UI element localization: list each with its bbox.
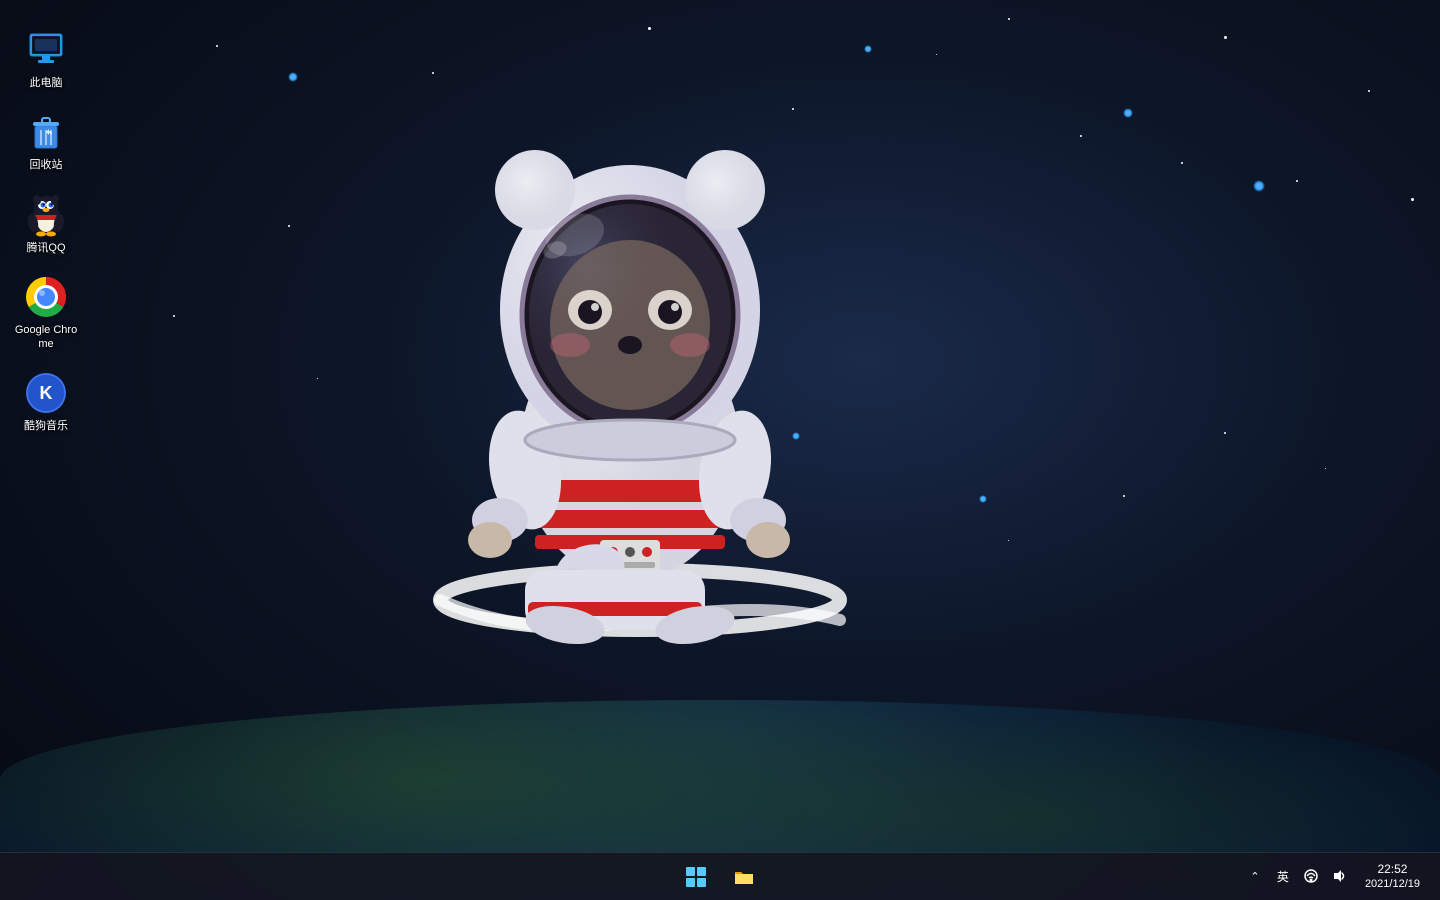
language-indicator[interactable]: 英 — [1273, 868, 1293, 885]
star-blue — [864, 45, 872, 53]
qq-icon — [24, 193, 68, 237]
clock[interactable]: 22:52 2021/12/19 — [1357, 862, 1428, 892]
desktop-icon-kuwo[interactable]: K 酷狗音乐 — [8, 363, 84, 441]
recycle-icon — [24, 110, 68, 154]
star — [216, 45, 218, 47]
star-blue — [1253, 180, 1265, 192]
svg-text:K: K — [40, 383, 53, 403]
desktop-icon-computer[interactable]: 此电脑 — [8, 20, 84, 98]
desktop: 此电脑 — [0, 0, 1440, 900]
volume-icon[interactable] — [1329, 866, 1349, 886]
star — [1224, 432, 1226, 434]
star — [1325, 468, 1326, 469]
star-blue — [979, 495, 987, 503]
taskbar-center — [674, 855, 766, 899]
star — [1123, 495, 1125, 497]
taskbar: ⌃ 英 22:52 — [0, 852, 1440, 900]
star — [173, 315, 175, 317]
computer-icon-label: 此电脑 — [30, 76, 63, 90]
desktop-icon-qq[interactable]: 腾讯QQ — [8, 185, 84, 263]
star — [1296, 180, 1298, 182]
kuwo-icon-label: 酷狗音乐 — [24, 419, 68, 433]
chrome-icon — [24, 275, 68, 319]
star — [288, 225, 290, 227]
star — [1181, 162, 1183, 164]
star — [936, 54, 937, 55]
star — [1411, 198, 1414, 201]
star — [317, 378, 318, 379]
desktop-icon-recycle[interactable]: 回收站 — [8, 102, 84, 180]
recycle-icon-label: 回收站 — [30, 158, 63, 172]
clock-date: 2021/12/19 — [1365, 877, 1420, 891]
desktop-icons: 此电脑 — [0, 0, 84, 446]
astronaut-character — [380, 80, 880, 720]
star — [1008, 18, 1010, 20]
star — [1224, 36, 1227, 39]
file-explorer-button[interactable] — [722, 855, 766, 899]
star-blue — [1123, 108, 1133, 118]
star — [1008, 540, 1009, 541]
desktop-icon-chrome[interactable]: Google Chrome — [8, 267, 84, 360]
star — [432, 72, 434, 74]
clock-time: 22:52 — [1377, 862, 1407, 878]
taskbar-right: ⌃ 英 22:52 — [1245, 862, 1440, 892]
network-icon[interactable] — [1301, 866, 1321, 886]
star — [648, 27, 651, 30]
qq-icon-label: 腾讯QQ — [26, 241, 65, 255]
star — [1368, 90, 1370, 92]
kuwo-icon: K — [24, 371, 68, 415]
star — [1080, 135, 1082, 137]
show-hidden-icons-button[interactable]: ⌃ — [1245, 866, 1265, 886]
computer-icon — [24, 28, 68, 72]
star-blue — [288, 72, 298, 82]
start-button[interactable] — [674, 855, 718, 899]
chrome-icon-label: Google Chrome — [12, 323, 80, 352]
